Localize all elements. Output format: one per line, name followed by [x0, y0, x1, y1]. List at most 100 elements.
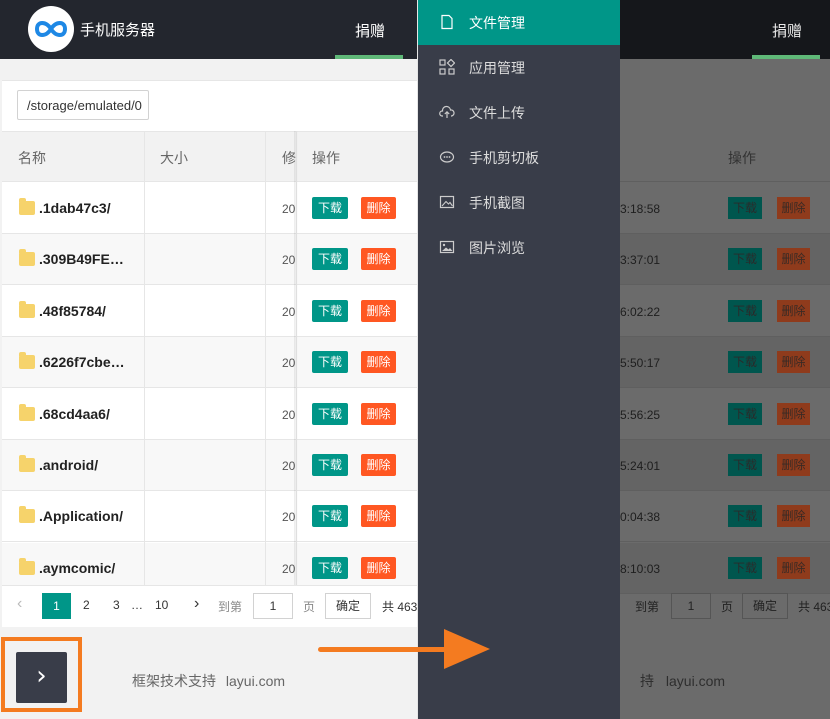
delete-button[interactable]: 删除	[361, 402, 396, 425]
donate-tab[interactable]: 捐赠	[355, 20, 385, 41]
delete-button[interactable]: 删除	[361, 454, 396, 476]
prev-page-button[interactable]: ‹	[17, 595, 22, 613]
table-row[interactable]: .Application/20 下载 删除	[2, 491, 417, 543]
menu-item-clipboard[interactable]: 手机剪切板	[418, 135, 620, 180]
menu-label: 文件管理	[469, 15, 525, 31]
delete-button[interactable]: 删除	[361, 505, 396, 528]
download-button[interactable]: 下载	[312, 556, 348, 579]
delete-button-dimmed: 删除	[777, 248, 810, 271]
file-name[interactable]: .android/	[39, 457, 98, 473]
menu-label: 应用管理	[469, 60, 525, 76]
download-button-dimmed: 下载	[728, 454, 762, 476]
footer-text: 框架技术支持	[132, 673, 216, 689]
download-button[interactable]: 下载	[312, 454, 348, 476]
table-row[interactable]: .1dab47c3/20 下载 删除	[2, 183, 417, 234]
page-unit-label: 页	[303, 600, 316, 614]
modified-time: 5:24:01	[620, 459, 661, 473]
app-title: 手机服务器	[80, 22, 156, 39]
file-name[interactable]: .aymcomic/	[39, 560, 115, 576]
file-name[interactable]: .309B49FE…	[39, 251, 124, 267]
page-3-button[interactable]: 3	[113, 598, 120, 612]
menu-item-app-manager[interactable]: 应用管理	[418, 45, 620, 90]
fixed-column-shadow	[294, 131, 298, 585]
download-button[interactable]: 下载	[312, 248, 348, 271]
download-button[interactable]: 下载	[312, 402, 348, 425]
collapsed-view: 手机服务器 捐赠 /storage/emulated/0 名称 大小 修 操作 …	[0, 0, 418, 719]
total-count: 共 463	[382, 600, 418, 614]
column-divider	[144, 131, 145, 585]
screenshot-icon	[439, 194, 455, 210]
footer-link[interactable]: layui.com	[226, 673, 285, 689]
file-name[interactable]: .Application/	[39, 508, 123, 524]
delete-button[interactable]: 删除	[361, 197, 396, 219]
cloud-upload-icon	[439, 104, 455, 120]
download-button[interactable]: 下载	[312, 197, 348, 219]
table-header	[2, 131, 417, 182]
table-row[interactable]: .48f85784/20 下载 删除	[2, 285, 417, 337]
menu-item-image-browser[interactable]: 图片浏览	[418, 225, 620, 270]
download-button[interactable]: 下载	[312, 505, 348, 528]
download-button-dimmed: 下载	[728, 505, 762, 528]
footer: 框架技术支持 layui.com	[132, 671, 285, 691]
menu-item-screenshot[interactable]: 手机截图	[418, 180, 620, 225]
file-name[interactable]: .1dab47c3/	[39, 200, 111, 216]
page-2-button[interactable]: 2	[83, 598, 90, 612]
menu-toggle-button[interactable]: ›	[16, 652, 67, 703]
goto-label-dimmed: 到第	[635, 600, 660, 614]
column-name[interactable]: 名称	[18, 148, 46, 168]
file-name[interactable]: .6226f7cbe…	[39, 354, 125, 370]
page-1-button[interactable]: 1	[42, 593, 71, 619]
column-divider	[265, 131, 266, 585]
delete-button[interactable]: 删除	[361, 351, 396, 374]
modified-time: 5:50:17	[620, 356, 661, 371]
image-icon	[439, 239, 455, 255]
goto-page-input[interactable]: 1	[253, 593, 293, 619]
folder-icon	[19, 300, 35, 318]
modified-time: 6:02:22	[620, 304, 661, 319]
delete-button-dimmed: 删除	[777, 556, 810, 579]
column-actions: 操作	[312, 150, 340, 166]
download-button-dimmed: 下载	[728, 351, 762, 374]
page-10-button[interactable]: 10	[155, 598, 168, 612]
total-count-dimmed: 共 463	[798, 600, 830, 614]
expanded-view: 捐赠 操作 3:18:58 下载 删除 3:37:01 下载 删除 6:02:22 下载 删除 5…	[418, 0, 830, 719]
active-tab-indicator	[335, 55, 403, 59]
delete-button[interactable]: 删除	[361, 299, 396, 322]
apps-icon	[439, 58, 456, 75]
footer-link-dimmed[interactable]: layui.com	[666, 673, 725, 689]
file-name[interactable]: .68cd4aa6/	[39, 406, 110, 422]
next-page-button[interactable]: ›	[194, 595, 199, 613]
file-icon	[439, 14, 455, 30]
transition-arrow-head	[444, 629, 490, 669]
download-button[interactable]: 下载	[312, 351, 348, 374]
goto-page-input-dimmed[interactable]: 1	[671, 593, 711, 619]
folder-icon	[19, 506, 35, 524]
table-row[interactable]: .68cd4aa6/20 下载 删除	[2, 388, 417, 440]
download-button-dimmed: 下载	[728, 197, 762, 219]
path-input[interactable]: /storage/emulated/0	[17, 90, 149, 120]
download-button-dimmed: 下载	[728, 299, 762, 322]
confirm-page-button[interactable]: 确定	[325, 593, 371, 619]
delete-button-dimmed: 删除	[777, 505, 810, 528]
folder-icon	[19, 352, 35, 370]
table-row[interactable]: .309B49FE… 20 下载 删除	[2, 234, 417, 286]
download-button-dimmed: 下载	[728, 402, 762, 425]
active-tab-indicator	[752, 55, 820, 59]
download-button[interactable]: 下载	[312, 299, 348, 322]
delete-button[interactable]: 删除	[361, 248, 396, 271]
table-row[interactable]: .android/20 下载 删除	[2, 440, 417, 491]
table-row[interactable]: .6226f7cbe… 20 下载 删除	[2, 337, 417, 389]
delete-button-dimmed: 删除	[777, 197, 810, 219]
file-name[interactable]: .48f85784/	[39, 303, 106, 319]
modified-time: 5:56:25	[620, 407, 661, 422]
infinity-icon[interactable]	[28, 6, 74, 52]
menu-item-file-manager[interactable]: 文件管理	[418, 0, 620, 45]
delete-button[interactable]: 删除	[361, 556, 396, 579]
donate-tab-dimmed[interactable]: 捐赠	[772, 20, 802, 41]
download-button-dimmed: 下载	[728, 556, 762, 579]
column-size[interactable]: 大小	[160, 148, 188, 168]
confirm-button-dimmed[interactable]: 确定	[742, 593, 788, 619]
menu-item-file-upload[interactable]: 文件上传	[418, 90, 620, 135]
delete-button-dimmed: 删除	[777, 299, 810, 322]
menu-label: 手机截图	[469, 195, 525, 211]
